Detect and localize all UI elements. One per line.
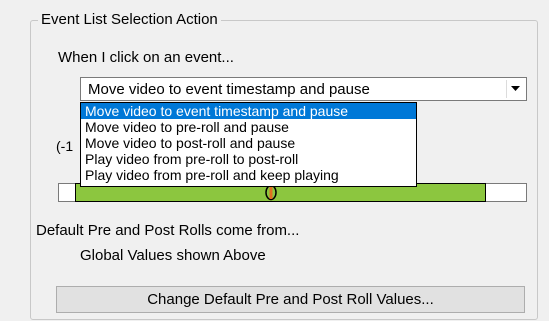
option-preroll-pause[interactable]: Move video to pre-roll and pause — [81, 119, 416, 135]
event-click-prompt: When I click on an event... — [58, 49, 234, 66]
option-postroll-pause[interactable]: Move video to post-roll and pause — [81, 135, 416, 151]
settings-panel: Event List Selection Action When I click… — [0, 0, 549, 321]
option-play-keep-playing[interactable]: Play video from pre-roll and keep playin… — [81, 167, 416, 183]
defaults-source-value: Global Values shown Above — [80, 247, 266, 264]
obscured-label-fragment: (-1 — [56, 138, 74, 154]
option-event-timestamp-pause[interactable]: Move video to event timestamp and pause — [81, 103, 416, 119]
change-default-rolls-button[interactable]: Change Default Pre and Post Roll Values.… — [56, 286, 525, 313]
option-play-pre-to-post[interactable]: Play video from pre-roll to post-roll — [81, 151, 416, 167]
selected-action-value: Move video to event timestamp and pause — [88, 81, 370, 98]
dropdown-toggle-button[interactable] — [506, 80, 524, 98]
chevron-down-icon — [511, 86, 520, 91]
action-options-list[interactable]: Move video to event timestamp and pause … — [80, 102, 417, 187]
defaults-source-label: Default Pre and Post Rolls come from... — [36, 222, 300, 239]
group-title: Event List Selection Action — [38, 10, 221, 30]
event-click-action-select[interactable]: Move video to event timestamp and pause — [80, 77, 527, 101]
